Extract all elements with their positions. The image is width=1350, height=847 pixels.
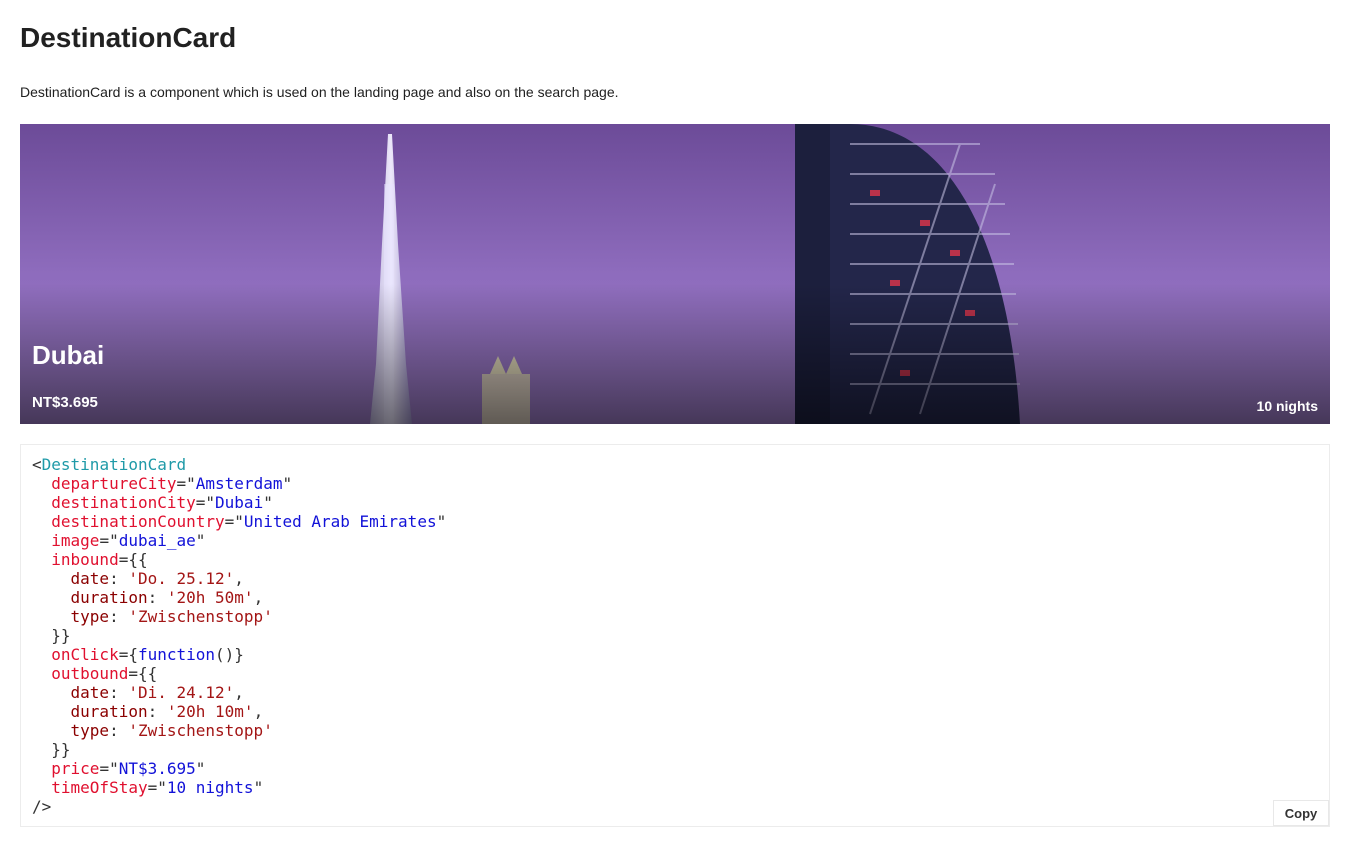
code-value: Dubai bbox=[215, 493, 264, 512]
page: DestinationCard DestinationCard is a com… bbox=[0, 0, 1350, 827]
code-string: 'Zwischenstopp' bbox=[128, 721, 273, 740]
code-close-bracket: /> bbox=[32, 797, 52, 816]
destination-card[interactable]: Dubai NT$3.695 10 nights bbox=[20, 124, 1330, 424]
code-attr: departureCity bbox=[51, 474, 177, 493]
code-attr: price bbox=[51, 759, 100, 778]
code-example: <DestinationCard departureCity="Amsterda… bbox=[20, 444, 1330, 827]
code-key: type bbox=[70, 721, 110, 740]
code-string: '20h 10m' bbox=[166, 702, 254, 721]
code-attr: onClick bbox=[51, 645, 119, 664]
code-value: dubai_ae bbox=[118, 531, 196, 550]
code-key: type bbox=[70, 607, 110, 626]
destination-city: Dubai bbox=[32, 340, 105, 370]
destination-price: NT$3.695 bbox=[32, 394, 98, 411]
code-component-name: DestinationCard bbox=[41, 455, 187, 474]
code-key: duration bbox=[70, 588, 148, 607]
code-keyword: function bbox=[137, 645, 216, 664]
code-key: date bbox=[70, 569, 110, 588]
code-open-bracket: < bbox=[32, 455, 42, 474]
code-attr: destinationCountry bbox=[51, 512, 225, 531]
code-string: 'Di. 24.12' bbox=[128, 683, 235, 702]
code-snippet: <DestinationCard departureCity="Amsterda… bbox=[32, 455, 447, 816]
code-string: 'Do. 25.12' bbox=[128, 569, 235, 588]
code-attr: outbound bbox=[51, 664, 129, 683]
code-value: NT$3.695 bbox=[118, 759, 196, 778]
code-value: United Arab Emirates bbox=[243, 512, 437, 531]
page-title: DestinationCard bbox=[20, 22, 237, 53]
code-value: Amsterdam bbox=[195, 474, 283, 493]
copy-button[interactable]: Copy bbox=[1273, 800, 1329, 826]
time-of-stay: 10 nights bbox=[1256, 398, 1318, 414]
code-key: date bbox=[70, 683, 110, 702]
code-attr: timeOfStay bbox=[51, 778, 148, 797]
code-string: '20h 50m' bbox=[166, 588, 254, 607]
card-gradient-overlay bbox=[20, 284, 1330, 424]
code-value: 10 nights bbox=[166, 778, 254, 797]
page-description: DestinationCard is a component which is … bbox=[20, 84, 619, 100]
code-attr: destinationCity bbox=[51, 493, 196, 512]
code-string: 'Zwischenstopp' bbox=[128, 607, 273, 626]
code-attr: inbound bbox=[51, 550, 119, 569]
code-key: duration bbox=[70, 702, 148, 721]
code-attr: image bbox=[51, 531, 100, 550]
